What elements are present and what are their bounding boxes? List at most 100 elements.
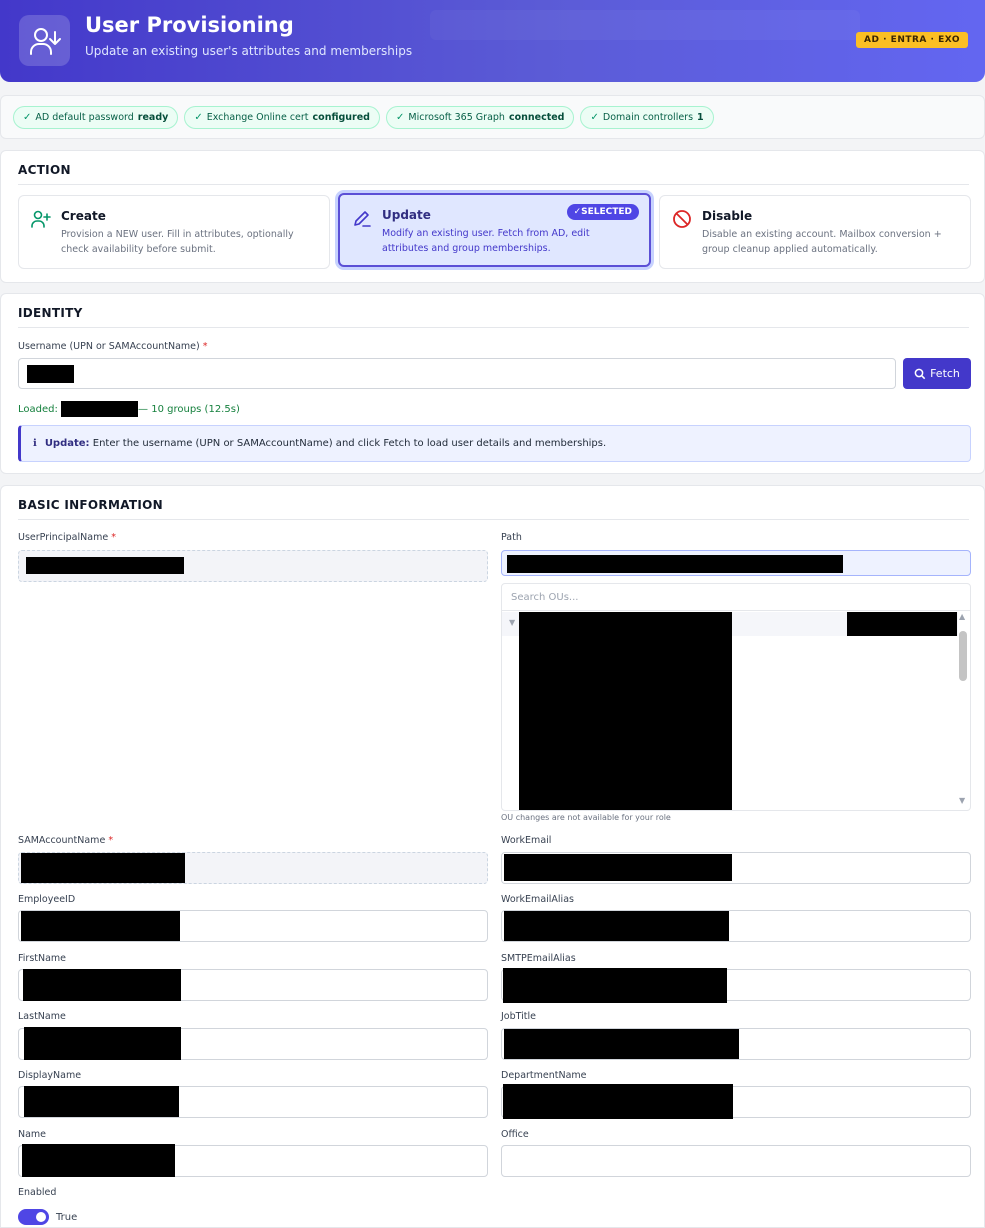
redacted-value bbox=[24, 1027, 181, 1060]
system-badge: AD · ENTRA · EXO bbox=[856, 32, 968, 48]
redacted-value bbox=[507, 555, 843, 573]
office-input[interactable] bbox=[501, 1145, 971, 1177]
scroll-down-icon[interactable]: ▼ bbox=[959, 796, 965, 805]
action-desc: Disable an existing account. Mailbox con… bbox=[702, 229, 942, 255]
caret-down-icon[interactable]: ▼ bbox=[509, 618, 515, 627]
sam-label: SAMAccountName * bbox=[18, 835, 114, 846]
fetch-button[interactable]: Fetch bbox=[903, 358, 971, 389]
action-create-card[interactable]: Create Provision a NEW user. Fill in att… bbox=[18, 195, 330, 269]
status-label: Domain controllers bbox=[602, 111, 694, 123]
check-icon: ✓ bbox=[590, 111, 599, 123]
scroll-up-icon[interactable]: ▲ bbox=[959, 612, 965, 621]
smtpemailalias-input[interactable] bbox=[501, 968, 971, 1003]
enabled-toggle[interactable] bbox=[18, 1209, 49, 1225]
scroll-thumb[interactable] bbox=[959, 631, 967, 681]
fetch-label: Fetch bbox=[930, 367, 960, 380]
identity-section: IDENTITY Username (UPN or SAMAccountName… bbox=[0, 293, 985, 474]
divider bbox=[18, 327, 969, 328]
status-pill-ad-password: ✓ AD default password ready bbox=[13, 105, 179, 129]
status-value: 1 bbox=[697, 111, 704, 123]
upn-field bbox=[18, 550, 488, 582]
user-plus-icon bbox=[31, 210, 51, 228]
check-icon: ✓ bbox=[396, 111, 405, 123]
redacted-value bbox=[24, 1086, 179, 1117]
basic-info-section: BASIC INFORMATION UserPrincipalName * Pa… bbox=[0, 485, 985, 1228]
section-heading: BASIC INFORMATION bbox=[18, 498, 163, 512]
selected-badge: ✓SELECTED bbox=[566, 204, 639, 220]
app-header: User Provisioning Update an existing use… bbox=[0, 0, 985, 82]
workemailalias-input[interactable] bbox=[501, 910, 971, 942]
redacted-value bbox=[504, 854, 732, 881]
lastname-input[interactable] bbox=[18, 1027, 488, 1060]
redacted-value bbox=[21, 911, 180, 941]
status-bar: ✓ AD default password ready ✓ Exchange Onli… bbox=[0, 95, 985, 139]
status-label: Microsoft 365 Graph bbox=[408, 111, 505, 123]
status-pill-domain-controllers: ✓ Domain controllers 1 bbox=[580, 105, 714, 129]
status-pill-graph: ✓ Microsoft 365 Graph connected bbox=[386, 105, 575, 129]
info-icon: ℹ bbox=[33, 438, 37, 449]
divider bbox=[18, 184, 969, 185]
action-disable-card[interactable]: Disable Disable an existing account. Mai… bbox=[659, 195, 971, 269]
name-input[interactable] bbox=[18, 1144, 488, 1177]
employeeid-input[interactable] bbox=[18, 910, 488, 942]
status-label: AD default password bbox=[35, 111, 134, 123]
section-heading: ACTION bbox=[18, 163, 71, 177]
lastname-label: LastName bbox=[18, 1011, 66, 1022]
prohibited-icon bbox=[673, 210, 691, 228]
action-title: Update bbox=[382, 208, 431, 222]
status-label: Exchange Online cert bbox=[206, 111, 309, 123]
divider bbox=[18, 519, 969, 520]
redacted-value bbox=[23, 969, 181, 1001]
path-label: Path bbox=[501, 532, 522, 543]
redacted-value bbox=[504, 911, 729, 941]
redacted-value bbox=[61, 401, 139, 417]
enabled-label: Enabled bbox=[18, 1187, 57, 1198]
workemail-label: WorkEmail bbox=[501, 835, 552, 846]
username-label: Username (UPN or SAMAccountName) * bbox=[18, 341, 208, 352]
redacted-value bbox=[503, 968, 727, 1003]
ou-scrollbar[interactable]: ▲ ▼ bbox=[959, 612, 967, 805]
loaded-status: Loaded: — 10 groups (12.5s) bbox=[18, 401, 240, 417]
employeeid-label: EmployeeID bbox=[18, 894, 76, 905]
header-glow bbox=[430, 10, 860, 40]
search-icon bbox=[914, 368, 926, 379]
action-title: Disable bbox=[702, 209, 753, 223]
action-update-card[interactable]: Update Modify an existing user. Fetch fr… bbox=[338, 193, 651, 267]
sam-field bbox=[18, 852, 488, 884]
check-icon: ✓ bbox=[194, 111, 203, 123]
status-value: ready bbox=[137, 111, 169, 123]
path-field[interactable] bbox=[501, 550, 971, 576]
firstname-label: FirstName bbox=[18, 953, 67, 964]
displayname-label: DisplayName bbox=[18, 1070, 82, 1081]
ou-tree-panel: Search OUs... ▼ ▲ ▼ bbox=[501, 583, 971, 811]
pencil-icon bbox=[354, 211, 371, 227]
username-input[interactable] bbox=[18, 358, 896, 389]
redacted-tree bbox=[519, 612, 732, 810]
redacted-value bbox=[847, 612, 957, 636]
firstname-input[interactable] bbox=[18, 969, 488, 1001]
workemail-input[interactable] bbox=[501, 852, 971, 884]
redacted-value bbox=[504, 1029, 739, 1059]
info-banner: ℹ Update: Enter the username (UPN or SAM… bbox=[18, 425, 971, 462]
section-heading: IDENTITY bbox=[18, 306, 83, 320]
ou-search-input[interactable]: Search OUs... bbox=[502, 584, 970, 611]
smtpemailalias-label: SMTPEmailAlias bbox=[501, 953, 576, 964]
upn-label: UserPrincipalName * bbox=[18, 532, 116, 543]
name-label: Name bbox=[18, 1129, 47, 1140]
redacted-value bbox=[22, 1144, 175, 1177]
check-icon: ✓ bbox=[23, 111, 32, 123]
status-value: configured bbox=[312, 111, 370, 123]
status-value: connected bbox=[508, 111, 565, 123]
user-provision-icon bbox=[19, 15, 70, 66]
jobtitle-label: JobTitle bbox=[501, 1011, 537, 1022]
action-desc: Modify an existing user. Fetch from AD, … bbox=[382, 228, 590, 254]
workemailalias-label: WorkEmailAlias bbox=[501, 894, 574, 905]
displayname-input[interactable] bbox=[18, 1086, 488, 1118]
redacted-value bbox=[21, 853, 185, 883]
redacted-value bbox=[27, 365, 74, 383]
info-text: Update: Enter the username (UPN or SAMAc… bbox=[44, 438, 607, 449]
page-title: User Provisioning bbox=[85, 13, 294, 37]
department-input[interactable] bbox=[501, 1084, 971, 1119]
ou-note: OU changes are not available for your ro… bbox=[501, 813, 671, 822]
jobtitle-input[interactable] bbox=[501, 1028, 971, 1060]
